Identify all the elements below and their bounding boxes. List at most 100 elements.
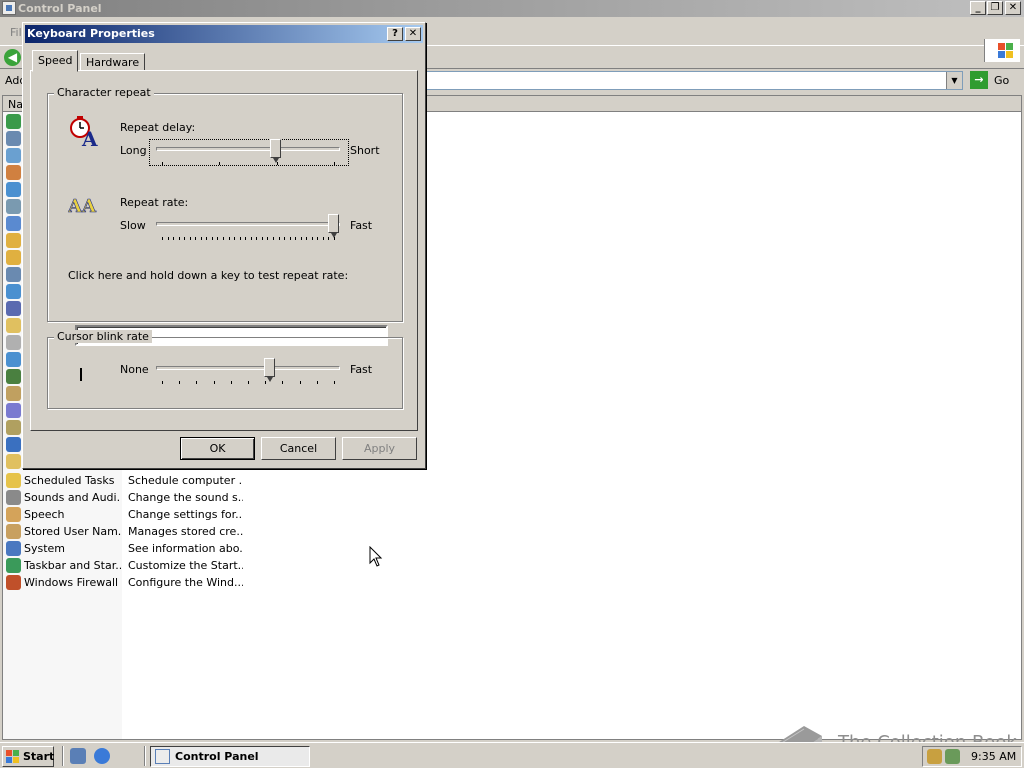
list-item-comment: Manages stored cre...	[128, 525, 243, 538]
tray-network-icon[interactable]	[945, 749, 960, 764]
list-item[interactable]: Sounds and Audi... Change the sound s...	[3, 489, 243, 506]
repeat-delay-slider[interactable]	[156, 139, 340, 173]
apply-button[interactable]: Apply	[342, 437, 417, 460]
slider-tick	[195, 237, 196, 240]
slider-tick	[290, 237, 291, 240]
repeat-delay-min-label: Long	[120, 144, 147, 157]
control-panel-item-icon[interactable]	[6, 165, 21, 180]
cancel-button[interactable]: Cancel	[261, 437, 336, 460]
keyboard-properties-dialog: Keyboard Properties ? ✕ Speed Hardware C…	[22, 22, 426, 469]
slider-thumb[interactable]	[328, 214, 339, 238]
show-desktop-icon[interactable]	[70, 748, 86, 764]
control-panel-item-icon[interactable]	[6, 301, 21, 316]
speed-tab-panel: Character repeat A Repeat delay: Long Sh…	[30, 70, 418, 431]
start-button[interactable]: Start	[2, 746, 54, 767]
tab-speed[interactable]: Speed	[32, 50, 79, 72]
list-item[interactable]: Windows Firewall Configure the Wind...	[3, 574, 243, 591]
control-panel-item-icon[interactable]	[6, 267, 21, 282]
slider-tick	[201, 237, 202, 240]
cursor-blink-slider[interactable]	[156, 358, 340, 392]
control-panel-item-icon[interactable]	[6, 352, 21, 367]
slider-tick	[328, 237, 329, 240]
control-panel-item-icon[interactable]	[6, 233, 21, 248]
list-item-name: Windows Firewall	[24, 576, 119, 589]
slider-track[interactable]	[156, 366, 340, 370]
windows-flag-icon	[6, 750, 19, 763]
repeat-delay-label: Repeat delay:	[120, 121, 196, 134]
slider-thumb[interactable]	[264, 358, 275, 382]
taskbar-start-menu-icon	[6, 558, 21, 573]
slider-tick	[245, 237, 246, 240]
control-panel-item-icon[interactable]	[6, 403, 21, 418]
list-item-comment: Change the sound s...	[128, 491, 243, 504]
taskbar-button-control-panel[interactable]: Control Panel	[150, 746, 310, 767]
cursor-blink-title: Cursor blink rate	[54, 330, 152, 343]
list-item-comment: Schedule computer ...	[128, 474, 243, 487]
list-item-name: Taskbar and Star...	[24, 559, 121, 572]
list-item-name: System	[24, 542, 66, 555]
tray-tools-icon[interactable]	[927, 749, 942, 764]
slider-tick	[312, 237, 313, 240]
go-arrow-icon: →	[970, 71, 988, 89]
character-repeat-group: Character repeat A Repeat delay: Long Sh…	[47, 86, 403, 322]
slider-tick	[323, 237, 324, 240]
dialog-title: Keyboard Properties	[27, 27, 155, 40]
control-panel-item-icon[interactable]	[6, 369, 21, 384]
slider-track[interactable]	[156, 147, 340, 151]
slider-tick	[279, 237, 280, 240]
slider-thumb[interactable]	[270, 139, 281, 163]
list-item[interactable]: Speech Change settings for...	[3, 506, 243, 523]
control-panel-item-icon[interactable]	[6, 131, 21, 146]
control-panel-item-icon[interactable]	[6, 420, 21, 435]
control-panel-item-icon[interactable]	[6, 386, 21, 401]
list-item[interactable]: Taskbar and Star... Customize the Start..…	[3, 557, 243, 574]
ok-button[interactable]: OK	[180, 437, 255, 460]
restore-button[interactable]: ❐	[987, 1, 1003, 15]
slider-track[interactable]	[156, 222, 340, 226]
list-item[interactable]: Scheduled Tasks Schedule computer ...	[3, 472, 243, 489]
slider-tick	[212, 237, 213, 240]
repeat-delay-icon: A	[70, 116, 98, 150]
scheduled-tasks-icon	[6, 473, 21, 488]
go-button[interactable]: → Go	[968, 71, 1018, 90]
control-panel-item-icon[interactable]	[6, 335, 21, 350]
control-panel-item-icon[interactable]	[6, 182, 21, 197]
repeat-rate-slider[interactable]	[156, 214, 340, 248]
control-panel-item-icon[interactable]	[6, 437, 21, 452]
dialog-close-button[interactable]: ✕	[405, 27, 421, 41]
control-panel-item-icon[interactable]	[6, 318, 21, 333]
close-button[interactable]: ✕	[1005, 1, 1021, 15]
window-title: Control Panel	[18, 2, 102, 15]
slider-tick	[168, 237, 169, 240]
cursor-blink-group: Cursor blink rate None Fast	[47, 330, 403, 409]
list-item[interactable]: System See information abo...	[3, 540, 243, 557]
tab-hardware[interactable]: Hardware	[80, 53, 146, 71]
control-panel-item-icon[interactable]	[6, 148, 21, 163]
address-input[interactable]: ▼	[426, 71, 963, 90]
internet-explorer-icon[interactable]	[94, 748, 110, 764]
slider-tick	[300, 381, 301, 384]
control-panel-item-icon[interactable]	[6, 216, 21, 231]
list-item[interactable]: Stored User Nam... Manages stored cre...	[3, 523, 243, 540]
taskbar-separator	[62, 746, 64, 766]
dialog-titlebar[interactable]: Keyboard Properties ? ✕	[25, 25, 423, 43]
go-label: Go	[994, 74, 1010, 87]
control-panel-item-icon[interactable]	[6, 284, 21, 299]
chevron-down-icon[interactable]: ▼	[946, 72, 962, 89]
slider-tick	[179, 237, 180, 240]
control-panel-item-icon[interactable]	[6, 114, 21, 129]
help-button[interactable]: ?	[387, 27, 403, 41]
control-panel-titlebar[interactable]: Control Panel _ ❐ ✕	[0, 0, 1024, 17]
control-panel-item-icon[interactable]	[6, 199, 21, 214]
control-panel-icon	[155, 749, 170, 764]
control-panel-item-icon[interactable]	[6, 454, 21, 469]
minimize-button[interactable]: _	[970, 1, 986, 15]
control-panel-item-icon[interactable]	[6, 250, 21, 265]
cursor-blink-max-label: Fast	[350, 363, 373, 376]
back-arrow-icon[interactable]: ◀	[4, 49, 21, 66]
list-item-comment: See information abo...	[128, 542, 243, 555]
clock[interactable]: 9:35 AM	[971, 750, 1016, 763]
slider-tick	[162, 237, 163, 240]
slider-tick	[334, 381, 335, 384]
slider-tick	[179, 381, 180, 384]
